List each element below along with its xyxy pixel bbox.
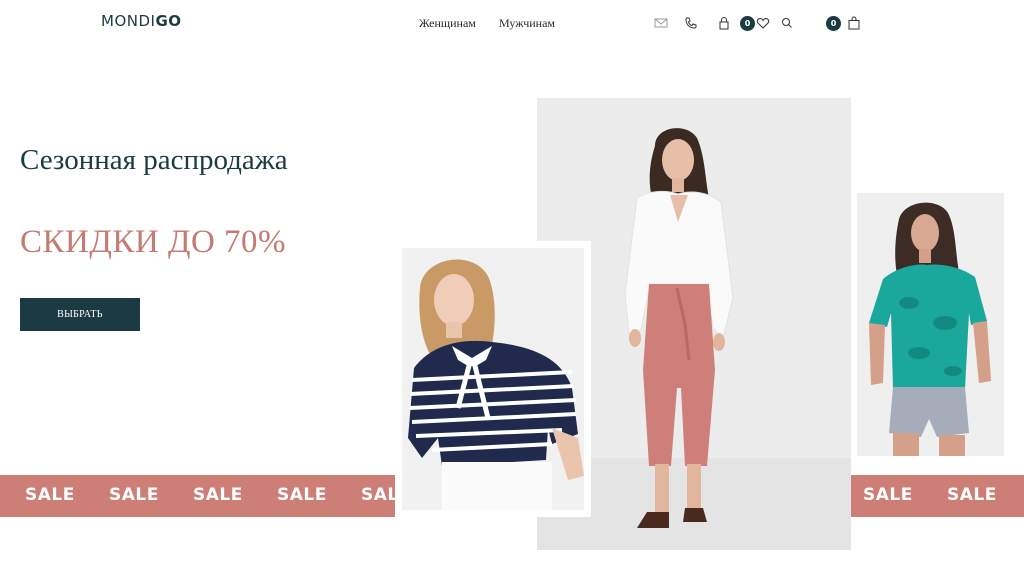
search-icon[interactable] <box>780 16 794 30</box>
sale-word: SALE <box>863 485 913 505</box>
nav-men-link[interactable]: Мужчинам <box>499 16 555 31</box>
phone-icon[interactable] <box>684 16 698 30</box>
lock-icon[interactable] <box>717 16 731 30</box>
logo-light-text: MONDI <box>101 12 156 30</box>
sale-word: SALE <box>277 485 327 505</box>
logo-bold-text: GO <box>155 12 182 30</box>
model-striped-top-image <box>402 248 584 510</box>
hero-discount-subtitle: СКИДКИ ДО 70% <box>20 224 287 260</box>
nav-women-link[interactable]: Женщинам <box>419 16 476 31</box>
brand-logo[interactable]: MONDIGO <box>101 12 182 30</box>
hero-photo-left[interactable] <box>402 248 584 510</box>
model-teal-tee-image <box>857 193 1004 456</box>
hero-title: Сезонная распродажа <box>20 144 288 176</box>
heart-icon[interactable] <box>756 16 770 30</box>
sale-word: SALE <box>109 485 159 505</box>
choose-button[interactable]: ВЫБРАТЬ <box>20 298 140 331</box>
sale-word: SALE <box>947 485 997 505</box>
hero-photo-right[interactable] <box>857 193 1004 456</box>
favorites-count-badge: 0 <box>740 16 755 31</box>
cart-count-badge: 0 <box>826 16 841 31</box>
sale-word: SALE <box>193 485 243 505</box>
shopping-bag-icon[interactable] <box>847 16 861 30</box>
mail-icon[interactable] <box>654 16 668 30</box>
sale-word: SALE <box>25 485 75 505</box>
